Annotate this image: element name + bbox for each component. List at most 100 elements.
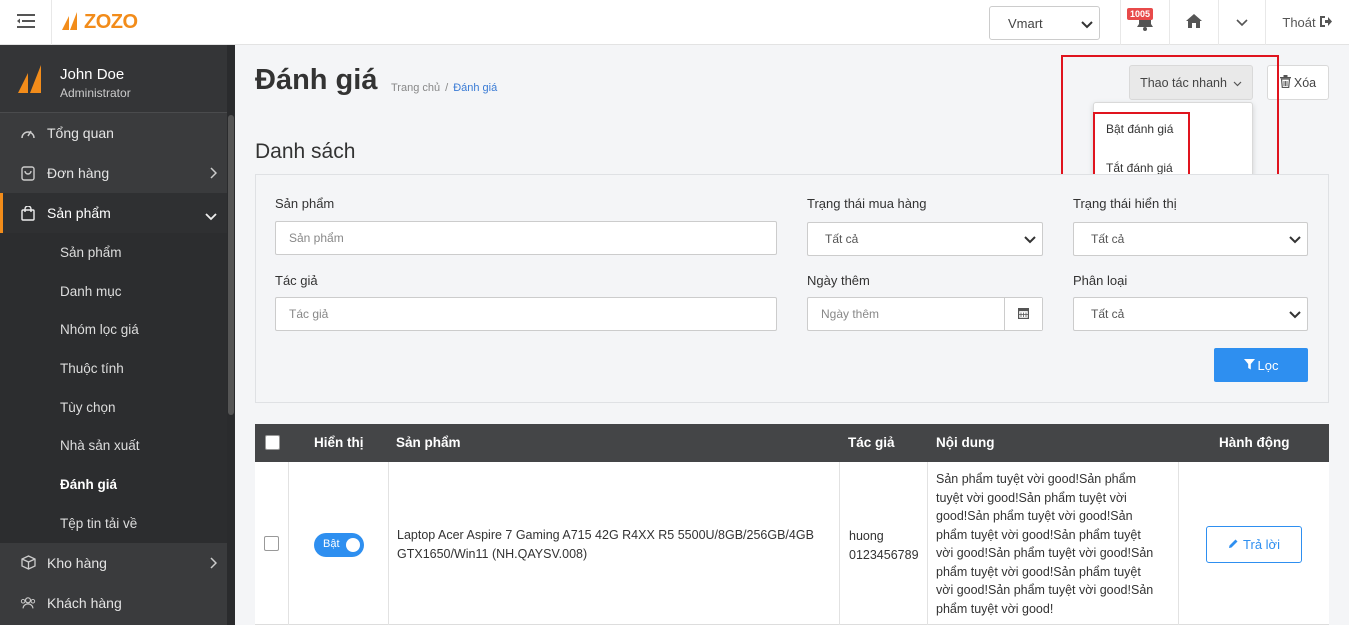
account-menu-button[interactable] — [1219, 0, 1265, 45]
scrollbar-thumb[interactable] — [228, 115, 234, 415]
table-row: Bật Laptop Acer Aspire 7 Gaming A715 42G… — [255, 462, 1329, 625]
product-filter-placeholder: Sản phẩm — [289, 231, 344, 245]
product-filter-label: Sản phẩm — [275, 196, 335, 211]
user-role: Administrator — [60, 86, 131, 100]
page-title: Đánh giá — [255, 64, 378, 96]
sidebar-item-label: Sản phẩm — [47, 205, 111, 221]
chevron-right-icon — [209, 556, 218, 572]
sidebar-subitem-attributes[interactable]: Thuộc tính — [0, 349, 227, 388]
product-filter-input[interactable]: Sản phẩm — [275, 221, 777, 255]
author-name: huong — [849, 529, 884, 543]
order-icon — [20, 165, 36, 181]
delete-label: Xóa — [1293, 75, 1317, 90]
sidebar-item-products[interactable]: Sản phẩm — [0, 193, 227, 233]
breadcrumb-home[interactable]: Trang chủ — [391, 82, 440, 94]
column-header-author[interactable]: Tác giả — [848, 435, 895, 450]
breadcrumb-current[interactable]: Đánh giá — [453, 82, 497, 94]
date-filter-placeholder: Ngày thêm — [821, 307, 880, 321]
author-filter-input[interactable]: Tác giả — [275, 297, 777, 331]
display-toggle[interactable]: Bật — [314, 533, 364, 557]
select-all-checkbox[interactable] — [265, 435, 280, 450]
content-line: phẩm tuyệt vời good! — [936, 601, 1054, 616]
trash-icon — [1279, 74, 1291, 91]
reviews-table: Hiển thị Sản phẩm Tác giả Nội dung Hành … — [255, 424, 1329, 625]
reply-button[interactable]: Trả lời — [1206, 526, 1302, 563]
column-divider — [1178, 462, 1179, 625]
sidebar-menu: Tổng quan Đơn hàng Sản phẩm Sản phẩm Dan… — [0, 113, 227, 623]
sidebar-subitem-categories[interactable]: Danh mục — [0, 272, 227, 311]
logout-button[interactable]: Thoát — [1266, 0, 1349, 45]
logo[interactable]: ZOZO — [60, 10, 138, 35]
calendar-button[interactable] — [1004, 298, 1042, 330]
sidebar-item-orders[interactable]: Đơn hàng — [0, 153, 227, 193]
author-phone: 0123456789 — [849, 547, 919, 562]
sidebar-item-label: Khách hàng — [47, 594, 122, 611]
author-filter-placeholder: Tác giả — [289, 307, 329, 321]
column-divider — [839, 462, 840, 625]
box-icon — [20, 555, 36, 571]
content-line: vời good!Sản phẩm tuyệt vời good!Sản — [936, 583, 1154, 597]
logo-text: ZOZO — [84, 11, 138, 33]
store-select[interactable]: Vmart — [989, 6, 1100, 40]
purchase-status-label: Trạng thái mua hàng — [807, 196, 927, 211]
sign-out-icon — [1319, 15, 1333, 31]
list-title: Danh sách — [255, 140, 356, 163]
products-submenu: Sản phẩm Danh mục Nhóm lọc giá Thuộc tín… — [0, 233, 227, 543]
sidebar-subitem-products[interactable]: Sản phẩm — [0, 233, 227, 272]
column-header-product[interactable]: Sản phẩm — [396, 435, 461, 450]
sidebar-item-label: Kho hàng — [47, 554, 107, 571]
category-filter-select[interactable]: Tất cả — [1073, 297, 1308, 331]
reply-button-label: Trả lời — [1243, 537, 1280, 552]
chevron-down-icon — [1081, 18, 1093, 33]
notifications-button[interactable] — [1121, 0, 1169, 45]
highlight-box-inner — [1093, 112, 1190, 180]
sidebar-scrollbar[interactable] — [227, 45, 235, 625]
column-header-display[interactable]: Hiển thị — [314, 435, 364, 450]
content-line: tuyệt vời good!Sản phẩm tuyệt vời — [936, 490, 1127, 505]
hamburger-icon — [16, 14, 35, 31]
content-line: Sản phẩm tuyệt vời good!Sản phẩm — [936, 472, 1136, 486]
sidebar-subitem-price-filter-groups[interactable]: Nhóm lọc giá — [0, 310, 227, 349]
purchase-status-select[interactable]: Tất cả — [807, 222, 1043, 256]
filter-icon — [1243, 358, 1255, 373]
content-line: phẩm tuyệt vời good!Sản phẩm tuyệt — [936, 564, 1141, 579]
bag-icon — [20, 205, 36, 221]
chevron-down-icon — [1236, 15, 1248, 30]
user-name: John Doe — [60, 66, 125, 83]
author-cell: huong 0123456789 — [849, 527, 919, 564]
content-line: phẩm tuyệt vời good!Sản phẩm tuyệt — [936, 527, 1141, 542]
sidebar-toggle-button[interactable] — [0, 0, 52, 45]
sidebar-subitem-manufacturers[interactable]: Nhà sản xuất — [0, 426, 227, 465]
column-header-content[interactable]: Nội dung — [936, 435, 994, 450]
filter-button-label: Lọc — [1257, 357, 1279, 373]
top-bar: ZOZO Vmart 1005 Thoát — [0, 0, 1349, 45]
chevron-right-icon — [209, 166, 218, 182]
sidebar-item-label: Đơn hàng — [47, 165, 110, 181]
sidebar-item-overview[interactable]: Tổng quan — [0, 113, 227, 153]
notification-badge: 1005 — [1127, 8, 1154, 20]
column-divider — [288, 462, 289, 625]
purchase-status-value: Tất cả — [825, 232, 859, 246]
sidebar-item-warehouse[interactable]: Kho hàng — [0, 543, 227, 583]
chevron-down-icon — [1024, 234, 1036, 248]
sidebar-item-customers[interactable]: Khách hàng — [0, 583, 227, 623]
sidebar-subitem-options[interactable]: Tùy chọn — [0, 388, 227, 427]
sidebar-subitem-downloads[interactable]: Tệp tin tải về — [0, 504, 227, 543]
category-filter-label: Phân loại — [1073, 273, 1128, 288]
filter-button[interactable]: Lọc — [1214, 348, 1308, 382]
display-status-select[interactable]: Tất cả — [1073, 222, 1308, 256]
pencil-icon — [1228, 537, 1239, 552]
breadcrumb-separator: / — [445, 82, 449, 94]
home-button[interactable] — [1170, 0, 1218, 45]
column-header-actions: Hành động — [1219, 435, 1290, 450]
date-filter-input[interactable]: Ngày thêm — [807, 297, 1043, 331]
sidebar-subitem-reviews[interactable]: Đánh giá — [0, 465, 227, 504]
column-divider — [927, 462, 928, 625]
row-checkbox[interactable] — [264, 536, 279, 551]
display-status-value: Tất cả — [1091, 232, 1125, 246]
category-filter-value: Tất cả — [1091, 307, 1125, 321]
author-filter-label: Tác giả — [275, 273, 318, 288]
brand-avatar-icon — [15, 63, 47, 98]
dashboard-icon — [20, 125, 36, 141]
content-cell: Sản phẩm tuyệt vời good!Sản phẩm tuyệt v… — [936, 470, 1153, 618]
